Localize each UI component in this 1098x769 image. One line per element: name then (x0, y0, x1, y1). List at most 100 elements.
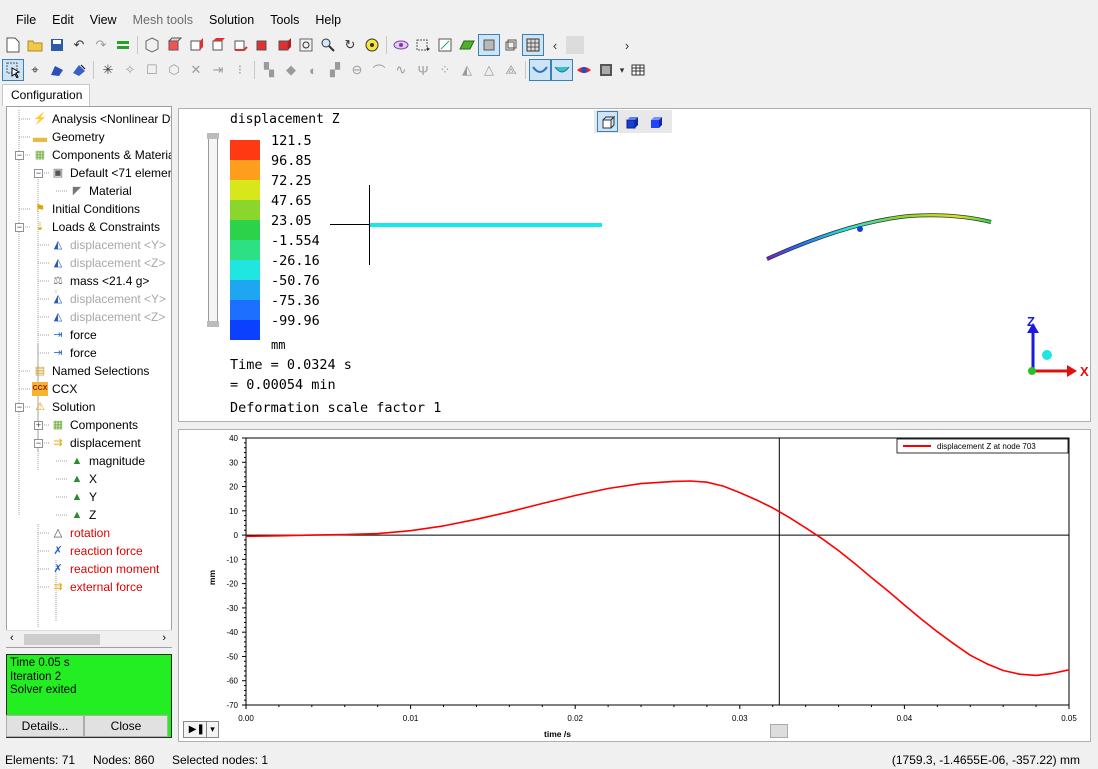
pan-icon[interactable] (361, 34, 383, 56)
tree-item[interactable]: ⚡ Analysis <Nonlinear Dy (32, 110, 171, 128)
wireframe-view-icon[interactable] (500, 34, 522, 56)
menu-help[interactable]: Help (307, 13, 349, 27)
menu-solution[interactable]: Solution (201, 13, 262, 27)
menu-view[interactable]: View (82, 13, 125, 27)
redo-icon[interactable]: ↷ (90, 34, 112, 56)
menu-tools[interactable]: Tools (262, 13, 307, 27)
y-tick-label: 10 (229, 507, 238, 516)
left-view-icon[interactable] (251, 34, 273, 56)
toolbar-scroll-track[interactable] (566, 36, 584, 54)
undo-icon[interactable]: ↶ (68, 34, 90, 56)
view-options-icon[interactable] (412, 34, 434, 56)
select-cursor-icon[interactable] (2, 59, 24, 81)
tree-item[interactable]: ⇣ Loads & Constraints (32, 218, 160, 236)
tree-horizontal-scrollbar[interactable]: ‹ › (6, 630, 172, 647)
new-file-icon[interactable] (2, 34, 24, 56)
solid-cube-icon[interactable] (621, 111, 642, 132)
tree-item[interactable]: ◭ displacement <Z> (50, 254, 166, 272)
palette-icon[interactable] (573, 59, 595, 81)
surface-icon[interactable] (456, 34, 478, 56)
back-view-icon[interactable] (185, 34, 207, 56)
scroll-left-arrow-icon[interactable]: ‹ (10, 632, 14, 644)
tree-item[interactable]: ▤ Named Selections (32, 362, 150, 380)
visibility-icon[interactable] (390, 34, 412, 56)
rotate-icon[interactable]: ↻ (339, 34, 361, 56)
line-chart[interactable]: 40 30 20 10 0 -10 -20 -30 -40 -50 -60 -700.00 0.01 0.… (179, 430, 1090, 741)
scroll-right-arrow-icon[interactable]: › (162, 632, 166, 644)
scroll-right-icon[interactable]: › (616, 34, 638, 56)
tree-item[interactable]: ▬ Geometry (32, 128, 105, 146)
tree-item[interactable]: ▲ X (69, 470, 97, 488)
result-viewport[interactable]: displacement Z 121.5 96.85 72.25 47.65 23.05… (178, 108, 1091, 422)
dropdown-arrow-icon[interactable]: ▾ (617, 59, 627, 81)
details-button[interactable]: Details... (6, 715, 84, 737)
tree-expander-icon[interactable]: − (15, 403, 24, 412)
tree-item[interactable]: ◭ displacement <Z> (50, 308, 166, 326)
scrollbar-thumb[interactable] (24, 634, 100, 645)
tree-item-label: Solution (52, 400, 96, 414)
tree-item[interactable]: ⇉ external force (50, 578, 142, 596)
select-element-icon[interactable] (46, 59, 68, 81)
tree-item[interactable]: △ rotation (50, 524, 110, 542)
deform-view-icon[interactable] (529, 59, 551, 81)
node-spread-icon[interactable]: ✳ (97, 59, 119, 81)
animation-icon[interactable] (595, 59, 617, 81)
tab-configuration[interactable]: Configuration (2, 84, 90, 106)
tree-item[interactable]: ◭ displacement <Y> (50, 290, 166, 308)
tree-item[interactable]: ▲ magnitude (69, 452, 146, 470)
tree-item[interactable]: ▦ Components (50, 416, 138, 434)
front-view-icon[interactable] (163, 34, 185, 56)
tree-expander-icon[interactable]: − (34, 439, 43, 448)
tree-expander-icon[interactable]: − (15, 151, 24, 160)
legend-slider-bottom-handle[interactable] (207, 321, 219, 327)
bottom-view-icon[interactable] (229, 34, 251, 56)
probe-icon[interactable] (434, 34, 456, 56)
select-surface-icon[interactable] (68, 59, 90, 81)
tree-item[interactable]: ▲ Z (69, 506, 97, 524)
top-view-icon[interactable] (207, 34, 229, 56)
tree-item[interactable]: ⚖ mass <21.4 g> (50, 272, 149, 290)
zoom-fit-icon[interactable] (295, 34, 317, 56)
tree-item[interactable]: ✗ reaction moment (50, 560, 159, 578)
playback-options-dropdown[interactable]: ▾ (206, 721, 219, 738)
isometric-view-icon[interactable] (141, 34, 163, 56)
table-icon[interactable] (627, 59, 649, 81)
tree-item[interactable]: ▣ Default <71 elemen (50, 164, 171, 182)
legend-slider-top-handle[interactable] (207, 133, 219, 139)
shaded-view-icon[interactable] (478, 34, 500, 56)
tree-item[interactable]: ◭ displacement <Y> (50, 236, 166, 254)
tree-item[interactable]: ⇥ force (50, 326, 96, 344)
blue-cube-icon[interactable] (645, 111, 666, 132)
right-view-icon[interactable] (273, 34, 295, 56)
tree-item[interactable]: ▲ Y (69, 488, 97, 506)
tree-item[interactable]: ⇉ displacement (50, 434, 140, 452)
tree-expander-icon[interactable]: − (15, 223, 24, 232)
zoom-icon[interactable] (317, 34, 339, 56)
open-folder-icon[interactable] (24, 34, 46, 56)
time-cursor-handle[interactable] (770, 724, 788, 738)
time-history-plot[interactable]: 40 30 20 10 0 -10 -20 -30 -40 -50 -60 -70 0.00 0.01 0.… (178, 429, 1091, 742)
mesh-view-icon[interactable] (522, 34, 544, 56)
outline-cube-icon[interactable] (597, 111, 618, 132)
equal-icon[interactable] (112, 34, 134, 56)
ccx-icon: CCX (32, 382, 48, 396)
contour-view-icon[interactable] (551, 59, 573, 81)
menu-edit[interactable]: Edit (44, 13, 82, 27)
menu-file[interactable]: File (8, 13, 44, 27)
tree-expander-icon[interactable]: + (34, 421, 43, 430)
tree-expander-icon[interactable]: − (34, 169, 43, 178)
tree-item[interactable]: ⇥ force (50, 344, 96, 362)
data-point (541, 502, 543, 505)
legend-slider[interactable] (207, 133, 219, 327)
tree-item[interactable]: ◤ Material (69, 182, 132, 200)
save-icon[interactable] (46, 34, 68, 56)
tree-item[interactable]: CCX CCX (32, 380, 77, 398)
scroll-left-icon[interactable]: ‹ (544, 34, 566, 56)
tree-item[interactable]: ⚑ Initial Conditions (32, 200, 140, 218)
tree-item[interactable]: ▦ Components & Materia (32, 146, 171, 164)
configuration-tree: ⚡ Analysis <Nonlinear Dy ▬ Geometry ▦ Compone… (6, 106, 172, 648)
close-button[interactable]: Close (84, 715, 168, 737)
select-node-icon[interactable]: ⌖ (24, 59, 46, 81)
tree-item[interactable]: ⚠ Solution (32, 398, 95, 416)
tree-item[interactable]: ✗ reaction force (50, 542, 142, 560)
